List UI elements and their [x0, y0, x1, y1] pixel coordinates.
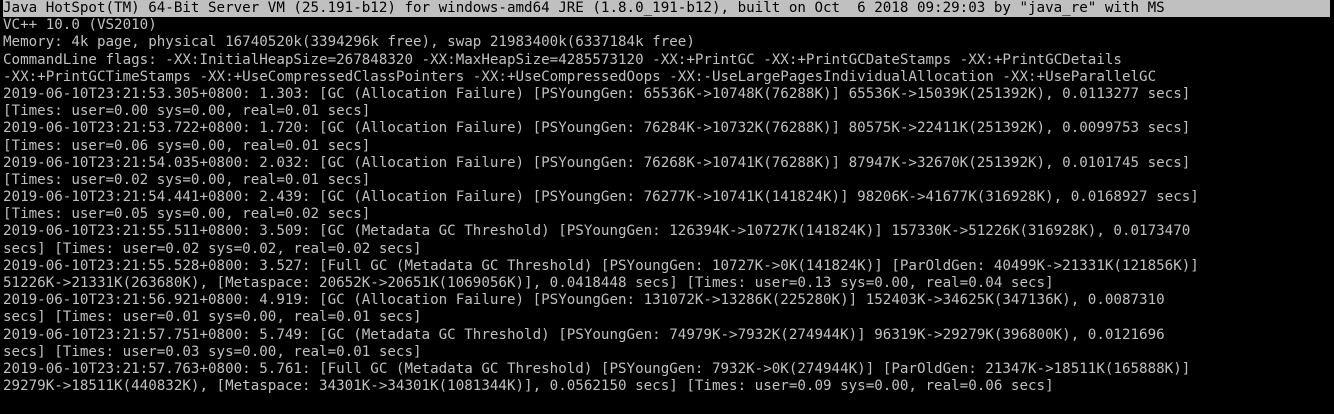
log-line-23: 29279K->18511K(440832K), [Metaspace: 343…: [3, 378, 1054, 395]
log-line-12: 2019-06-10T23:21:54.441+0800: 2.439: [GC…: [3, 189, 1199, 206]
log-line-6: 2019-06-10T23:21:53.305+0800: 1.303: [GC…: [3, 85, 1191, 102]
log-line-3: Memory: 4k page, physical 16740520k(3394…: [3, 34, 695, 51]
log-line-2: VC++ 10.0 (VS2010): [3, 17, 157, 34]
log-line-21: secs] [Times: user=0.03 sys=0.00, real=0…: [3, 343, 422, 360]
log-line-10: 2019-06-10T23:21:54.035+0800: 2.032: [GC…: [3, 154, 1191, 171]
log-line-1: Java HotSpot(TM) 64-Bit Server VM (25.19…: [3, 0, 1330, 18]
log-line-11: [Times: user=0.02 sys=0.00, real=0.01 se…: [3, 171, 371, 188]
log-line-20: 2019-06-10T23:21:57.751+0800: 5.749: [GC…: [3, 326, 1165, 343]
log-line-14: 2019-06-10T23:21:55.511+0800: 3.509: [GC…: [3, 223, 1191, 240]
log-line-15: secs] [Times: user=0.02 sys=0.02, real=0…: [3, 240, 422, 257]
log-line-9: [Times: user=0.06 sys=0.00, real=0.01 se…: [3, 137, 371, 154]
log-line-4: CommandLine flags: -XX:InitialHeapSize=2…: [3, 51, 1122, 68]
log-line-16: 2019-06-10T23:21:55.528+0800: 3.527: [Fu…: [3, 257, 1199, 274]
log-line-7: [Times: user=0.00 sys=0.00, real=0.01 se…: [3, 103, 371, 120]
log-line-8: 2019-06-10T23:21:53.722+0800: 1.720: [GC…: [3, 120, 1191, 137]
log-line-19: secs] [Times: user=0.01 sys=0.00, real=0…: [3, 309, 422, 326]
log-line-17: 51226K->21331K(263680K), [Metaspace: 206…: [3, 275, 1054, 291]
log-line-13: [Times: user=0.05 sys=0.00, real=0.02 se…: [3, 206, 371, 223]
log-line-5: -XX:+PrintGCTimeStamps -XX:+UseCompresse…: [3, 68, 1157, 85]
log-line-22: 2019-06-10T23:21:57.763+0800: 5.761: [Fu…: [3, 360, 1191, 377]
terminal-output[interactable]: Java HotSpot(TM) 64-Bit Server VM (25.19…: [0, 0, 1334, 414]
log-line-18: 2019-06-10T23:21:56.921+0800: 4.919: [GC…: [3, 292, 1165, 309]
